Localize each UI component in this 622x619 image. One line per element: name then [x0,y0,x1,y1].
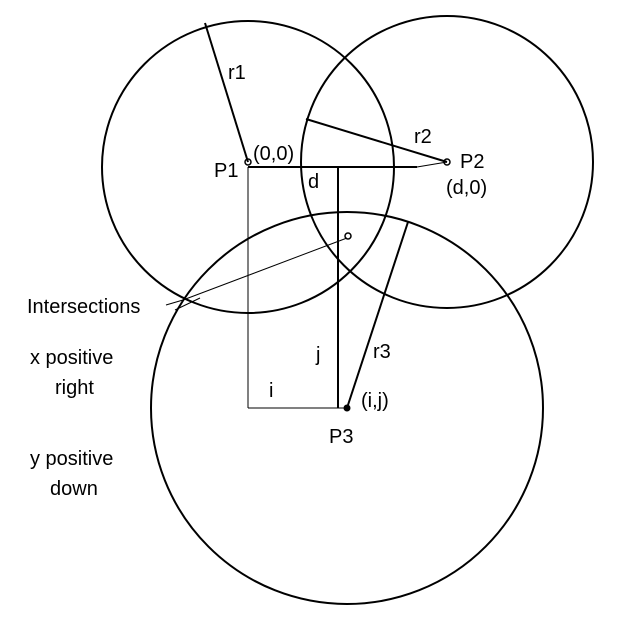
intersection-point [344,232,352,240]
trilateration-diagram: r1 r2 r3 P1 (0,0) P2 (d,0) P3 (i,j) d i … [27,15,594,605]
baseline-d-gap [416,161,448,168]
label-p2: P2 [460,151,484,173]
label-r1: r1 [228,62,246,84]
label-r2: r2 [414,126,432,148]
note-x-right: right [55,377,94,399]
label-p1: P1 [214,160,238,182]
note-x-positive: x positive [30,347,113,369]
label-r3: r3 [373,341,391,363]
label-p2-coord: (d,0) [446,177,487,199]
p3-point [343,404,351,412]
label-i: i [269,380,273,402]
label-p3: P3 [329,426,353,448]
radius-line-r3 [346,221,409,409]
label-p3-coord: (i,j) [361,390,389,412]
label-intersections: Intersections [27,296,140,318]
label-j: j [315,344,320,366]
radius-line-r1 [204,22,249,163]
label-d: d [308,171,319,193]
note-y-positive: y positive [30,448,113,470]
label-p1-coord: (0,0) [253,143,294,165]
note-y-down: down [50,478,98,500]
